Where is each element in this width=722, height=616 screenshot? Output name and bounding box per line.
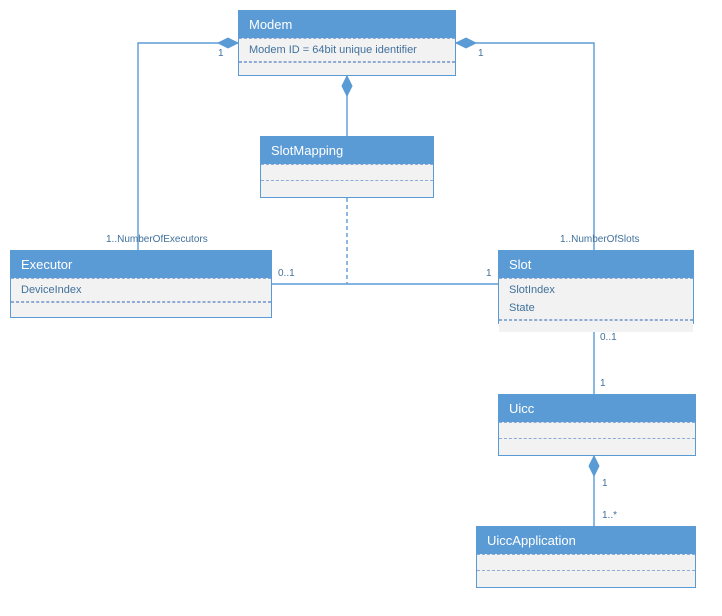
class-slot-title: Slot — [499, 251, 693, 278]
class-slot-attr2: State — [499, 301, 693, 320]
uml-diagram: Modem Modem ID = 64bit unique identifier… — [0, 0, 722, 616]
mult-slot-uicc-top: 0..1 — [600, 332, 617, 343]
class-uicc-attrs — [499, 422, 695, 438]
uicc-uiccapp-diamond — [589, 456, 599, 476]
class-slotmapping-title: SlotMapping — [261, 137, 433, 164]
modem-executor-diamond — [218, 38, 238, 48]
class-slotmapping-attrs — [261, 164, 433, 180]
class-modem-ops — [239, 62, 455, 74]
modem-slotmapping-diamond — [342, 76, 352, 96]
class-slotmapping: SlotMapping — [260, 136, 434, 198]
class-modem-title: Modem — [239, 11, 455, 38]
class-uiccapp-title: UiccApplication — [477, 527, 695, 554]
mult-uicc-app-bottom: 1..* — [602, 510, 617, 521]
mult-exec-slot-right: 1 — [486, 268, 492, 279]
mult-modem-right: 1 — [478, 48, 484, 59]
class-modem: Modem Modem ID = 64bit unique identifier — [238, 10, 456, 76]
class-uiccapp-attrs — [477, 554, 695, 570]
class-executor-ops — [11, 302, 271, 314]
mult-slots: 1..NumberOfSlots — [560, 234, 639, 245]
class-executor-attr: DeviceIndex — [11, 278, 271, 302]
mult-executors: 1..NumberOfExecutors — [106, 234, 208, 245]
class-uicc: Uicc — [498, 394, 696, 456]
modem-executor-edge — [138, 43, 238, 250]
class-slot-attr1: SlotIndex — [499, 278, 693, 301]
mult-uicc-app-top: 1 — [602, 478, 608, 489]
class-slotmapping-ops — [261, 180, 433, 192]
mult-exec-slot-left: 0..1 — [278, 268, 295, 279]
class-slot-ops — [499, 320, 693, 332]
class-uiccapplication: UiccApplication — [476, 526, 696, 588]
class-slot: Slot SlotIndex State — [498, 250, 694, 324]
mult-modem-left: 1 — [218, 48, 224, 59]
class-uicc-ops — [499, 438, 695, 450]
mult-slot-uicc-bottom: 1 — [600, 378, 606, 389]
class-modem-attr: Modem ID = 64bit unique identifier — [239, 38, 455, 62]
class-executor: Executor DeviceIndex — [10, 250, 272, 318]
class-uiccapp-ops — [477, 570, 695, 582]
modem-slot-diamond — [456, 38, 476, 48]
class-executor-title: Executor — [11, 251, 271, 278]
modem-slot-edge — [456, 43, 594, 250]
class-uicc-title: Uicc — [499, 395, 695, 422]
